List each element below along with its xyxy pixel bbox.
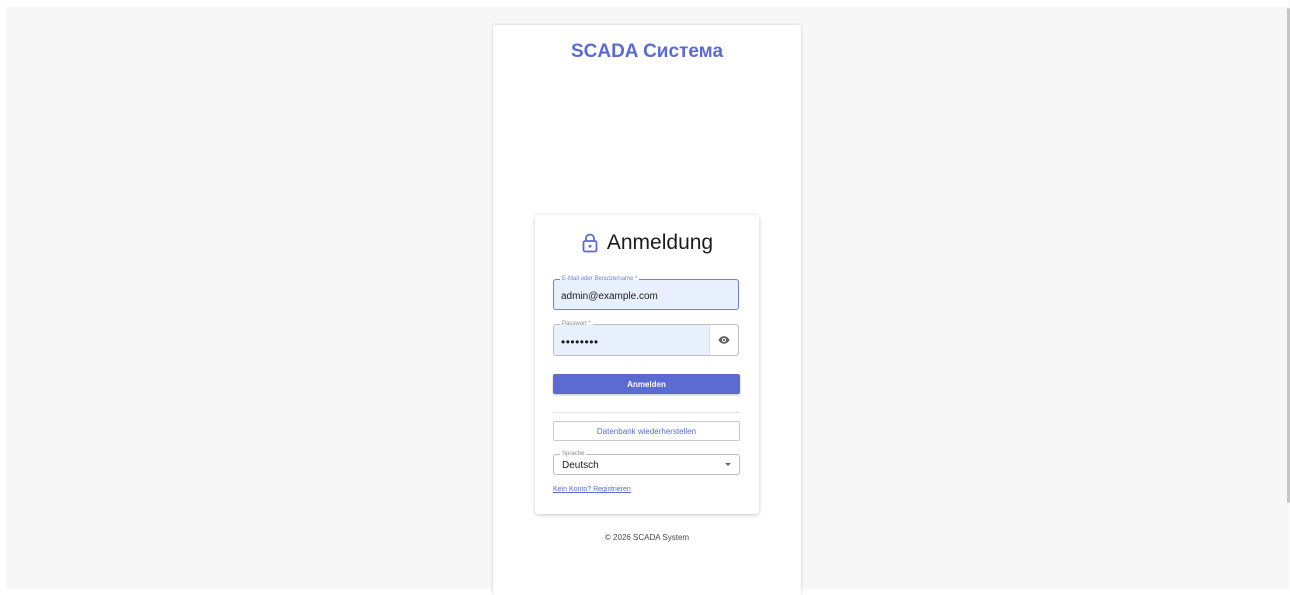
register-link[interactable]: Kein Konto? Registrieren bbox=[553, 486, 631, 493]
email-field[interactable]: E-Mail oder Benutzername * admin@example… bbox=[553, 276, 739, 310]
login-heading: Anmeldung bbox=[535, 231, 759, 255]
divider bbox=[553, 412, 740, 413]
password-field[interactable]: Passwort * •••••••• bbox=[553, 321, 739, 356]
email-field-label: E-Mail oder Benutzername * bbox=[560, 276, 640, 283]
login-button[interactable]: Anmelden bbox=[553, 374, 740, 394]
language-select-label: Sprache bbox=[560, 451, 587, 458]
eye-icon[interactable] bbox=[718, 336, 730, 344]
page-card: SCADA Система Anmeldung E-Mail oder Benu… bbox=[493, 25, 801, 595]
app-title: SCADA Система bbox=[570, 41, 724, 62]
language-select-value[interactable]: Deutsch bbox=[562, 460, 599, 471]
language-select[interactable]: Sprache Deutsch bbox=[553, 451, 740, 475]
login-card: Anmeldung E-Mail oder Benutzername * adm… bbox=[535, 215, 759, 514]
footer-copyright: © 2026 SCADA System bbox=[604, 533, 690, 542]
password-field-label: Passwort * bbox=[560, 321, 593, 328]
password-field-value[interactable]: •••••••• bbox=[561, 335, 599, 349]
login-heading-text: Anmeldung bbox=[606, 231, 714, 254]
toggle-password-visibility-button[interactable] bbox=[709, 325, 738, 355]
caret-down-icon[interactable] bbox=[725, 463, 731, 466]
email-field-value[interactable]: admin@example.com bbox=[561, 291, 658, 302]
restore-database-button[interactable]: Datenbank wiederherstellen bbox=[553, 421, 740, 441]
lock-icon bbox=[582, 233, 598, 253]
